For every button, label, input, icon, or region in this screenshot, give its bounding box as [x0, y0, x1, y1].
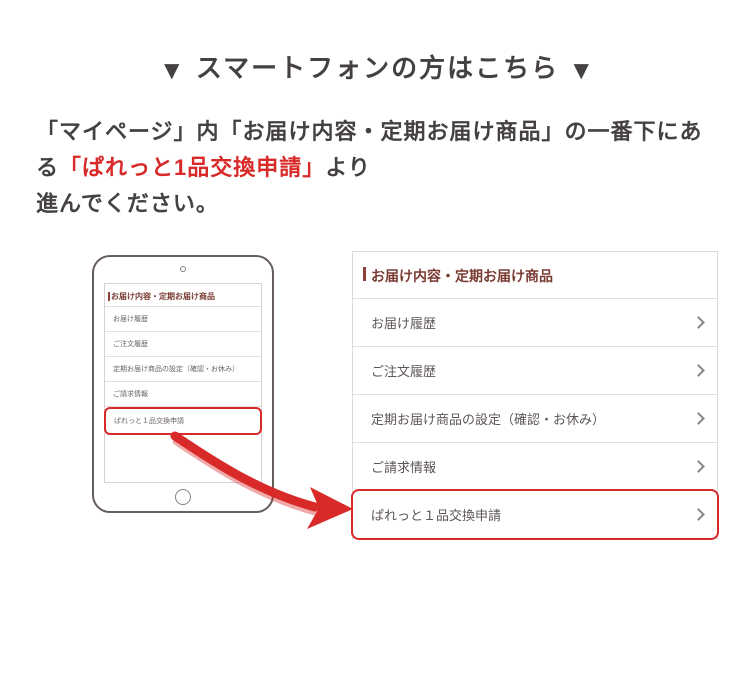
- instruction-part2: より: [325, 155, 371, 180]
- instruction-highlight: 「ぱれっと1品交換申請」: [59, 155, 325, 180]
- chevron-right-icon: [692, 316, 705, 329]
- menu-item[interactable]: ご請求情報: [353, 442, 717, 490]
- tablet-screen: お届け内容・定期お届け商品 お届け履歴ご注文履歴定期お届け商品の設定（確認・お休…: [104, 283, 262, 483]
- tablet-menu-item: ご注文履歴: [105, 332, 261, 357]
- tablet-menu-item: 定期お届け商品の設定（確認・お休み）: [105, 357, 261, 382]
- menu-item[interactable]: ご注文履歴: [353, 346, 717, 394]
- triangle-down-icon: ▼: [159, 55, 187, 86]
- chevron-right-icon: [692, 508, 705, 521]
- menu-item-label: ご注文履歴: [371, 361, 436, 380]
- large-menu: お届け内容・定期お届け商品 お届け履歴ご注文履歴定期お届け商品の設定（確認・お休…: [352, 251, 718, 539]
- tablet-camera-icon: [180, 266, 186, 272]
- chevron-right-icon: [692, 364, 705, 377]
- figure-area: お届け内容・定期お届け商品 お届け履歴ご注文履歴定期お届け商品の設定（確認・お休…: [0, 251, 755, 551]
- tablet-home-button-icon: [175, 489, 191, 505]
- menu-item-label: 定期お届け商品の設定（確認・お休み）: [371, 409, 605, 428]
- tablet-menu-item: ぱれっと１品交換申請: [104, 407, 262, 435]
- triangle-down-icon: ▼: [568, 55, 596, 86]
- large-section-title: お届け内容・定期お届け商品: [353, 252, 717, 298]
- page-heading: ▼ スマートフォンの方はこちら ▼: [0, 48, 755, 86]
- tablet-mock: お届け内容・定期お届け商品 お届け履歴ご注文履歴定期お届け商品の設定（確認・お休…: [92, 255, 274, 513]
- instruction-text: 「マイページ」内「お届け内容・定期お届け商品」の一番下にある「ぱれっと1品交換申…: [36, 114, 719, 223]
- menu-item-label: お届け履歴: [371, 313, 436, 332]
- menu-item-exchange-request[interactable]: ぱれっと１品交換申請: [351, 489, 719, 540]
- chevron-right-icon: [692, 412, 705, 425]
- tablet-section-title: お届け内容・定期お届け商品: [105, 284, 261, 307]
- menu-item-label: ぱれっと１品交換申請: [371, 505, 501, 524]
- instruction-part3: 進んでください。: [36, 191, 219, 216]
- menu-item[interactable]: 定期お届け商品の設定（確認・お休み）: [353, 394, 717, 442]
- menu-item[interactable]: お届け履歴: [353, 298, 717, 346]
- menu-item-label: ご請求情報: [371, 457, 436, 476]
- tablet-menu-item: お届け履歴: [105, 307, 261, 332]
- chevron-right-icon: [692, 460, 705, 473]
- tablet-menu-item: ご請求情報: [105, 382, 261, 407]
- heading-text: スマートフォンの方はこちら: [196, 53, 559, 83]
